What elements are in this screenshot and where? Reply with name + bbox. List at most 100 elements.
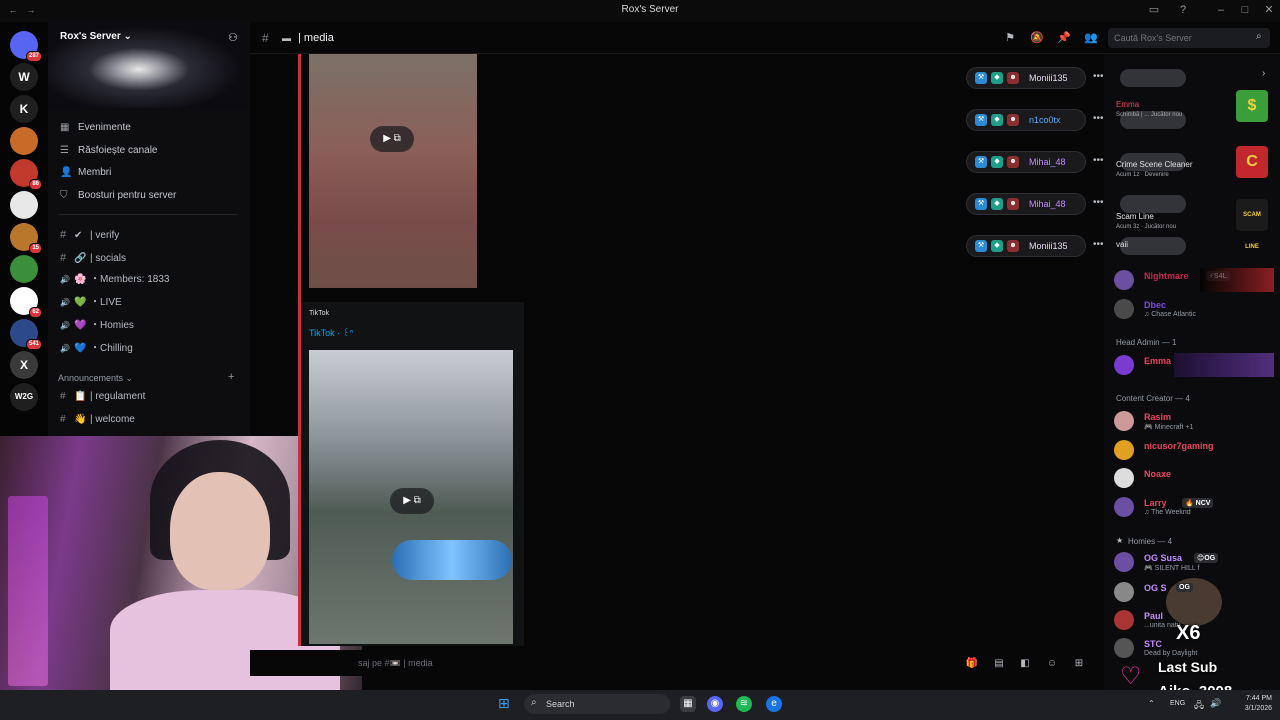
- close-icon[interactable]: ✕: [1262, 3, 1276, 17]
- search-input[interactable]: [1108, 28, 1270, 48]
- avatar: [1114, 440, 1134, 460]
- server-icon[interactable]: [10, 127, 38, 155]
- channel-item[interactable]: 🔊 💜 ・Homies: [60, 316, 134, 336]
- activity-sub: Acum 1z · Devenire: [1116, 172, 1169, 178]
- play-icon[interactable]: ▶ ⧉: [370, 126, 414, 152]
- channel-item[interactable]: 🔊 💙 ・Chilling: [60, 339, 133, 359]
- gift-icon[interactable]: 🎁: [965, 657, 979, 671]
- play-icon[interactable]: ▶ ⧉: [390, 488, 434, 514]
- avatar: [1114, 638, 1134, 658]
- member-status: ♫ Chase Atlantic: [1144, 311, 1196, 318]
- mute-bell-icon[interactable]: 🔕: [1030, 31, 1044, 45]
- channel-item[interactable]: # 👋 | welcome: [60, 410, 135, 430]
- game-art-icon: $: [1236, 90, 1268, 122]
- channel-item[interactable]: # 📋 | regulament: [60, 387, 145, 407]
- tray-chevron-icon[interactable]: ⌃: [1148, 699, 1155, 708]
- channel-item[interactable]: # 🔗 | socials: [60, 248, 126, 268]
- nav-item[interactable]: 👤 Membri: [60, 163, 111, 183]
- back-icon[interactable]: ←: [6, 3, 20, 17]
- activity-avatar: [1120, 237, 1186, 255]
- pin-icon[interactable]: 📌: [1057, 31, 1071, 45]
- spotify-icon[interactable]: ≋: [736, 696, 752, 712]
- help-icon[interactable]: ?: [1176, 3, 1190, 17]
- server-letter: K: [19, 102, 29, 116]
- video-attachment[interactable]: [309, 54, 477, 288]
- nav-item[interactable]: ▦ Evenimente: [60, 118, 131, 138]
- activity-sub: Schimbă | ... Jucător nou: [1116, 112, 1183, 118]
- badge-icon: ⚒: [975, 72, 987, 84]
- gif-icon[interactable]: ▤: [992, 657, 1006, 671]
- taskbar-search[interactable]: Search: [524, 694, 670, 714]
- voice-username: Moniii135: [1029, 241, 1068, 251]
- maximize-icon[interactable]: □: [1238, 3, 1252, 17]
- boost-icon: ⛉: [60, 190, 68, 202]
- embed-title-link[interactable]: TikTok · ꒰ᐢ: [309, 327, 353, 339]
- member-name: OG Susa: [1144, 553, 1183, 563]
- voice-user: ⚒ ◆ ☻ Moniii135: [966, 235, 1086, 257]
- server-name[interactable]: Rox's Server ⌄: [60, 31, 132, 42]
- channel-emoji: 👋: [74, 413, 87, 425]
- channel-item[interactable]: 🔊 🌸 ・Members: 1833: [60, 270, 169, 290]
- nav-item[interactable]: ⛉ Boosturi pentru server: [60, 186, 176, 206]
- member-row[interactable]: Larry 🔥 NCV ♫ The Weeknd: [1114, 495, 1280, 519]
- language-indicator[interactable]: ENG: [1170, 700, 1185, 707]
- emoji-icon[interactable]: ☺: [1045, 657, 1059, 671]
- search-icon[interactable]: ⌕: [1256, 31, 1262, 42]
- network-icon[interactable]: 🖧: [1194, 698, 1204, 714]
- server-icon[interactable]: [10, 191, 38, 219]
- file-explorer-icon[interactable]: ▦: [680, 696, 696, 712]
- chevron-right-icon[interactable]: ›: [1262, 68, 1265, 79]
- server-icon[interactable]: K: [10, 95, 38, 123]
- member-row[interactable]: nicusor7gaming: [1114, 438, 1280, 462]
- server-icon[interactable]: X: [10, 351, 38, 379]
- sticker-icon[interactable]: ◧: [1018, 657, 1032, 671]
- voice-user: ⚒ ◆ ☻ Mihai_48: [966, 151, 1086, 173]
- channel-item[interactable]: # ✔ | verify: [60, 225, 119, 245]
- member-list-icon[interactable]: 👥: [1084, 31, 1098, 45]
- more-icon[interactable]: •••: [1093, 155, 1104, 166]
- category-head-admin: Head Admin — 1: [1116, 338, 1177, 347]
- clock[interactable]: 7:44 PM 3/1/2026: [1232, 694, 1272, 714]
- server-icon[interactable]: 287: [10, 31, 42, 62]
- apps-icon[interactable]: ⊞: [1072, 657, 1086, 671]
- windows-start-icon[interactable]: ⊞: [498, 695, 510, 712]
- server-icon[interactable]: 541: [10, 319, 42, 350]
- invite-icon[interactable]: ⚇: [228, 31, 238, 44]
- nav-item[interactable]: ☰ Răsfoiește canale: [60, 141, 158, 161]
- forward-icon[interactable]: →: [24, 3, 38, 17]
- edge-icon[interactable]: e: [766, 696, 782, 712]
- member-name: Nightmare: [1144, 271, 1189, 281]
- server-icon[interactable]: [10, 255, 38, 283]
- member-row[interactable]: OG S OG: [1114, 580, 1280, 604]
- video-glasses: [392, 540, 512, 580]
- avatar: [1114, 411, 1134, 431]
- server-icon[interactable]: W2G: [10, 383, 38, 411]
- threads-icon[interactable]: ⚑: [1003, 31, 1017, 45]
- server-icon[interactable]: 15: [10, 223, 42, 254]
- member-row[interactable]: Dbec ♫ Chase Atlantic: [1114, 297, 1280, 321]
- clock-date: 3/1/2026: [1244, 705, 1272, 712]
- more-icon[interactable]: •••: [1093, 239, 1104, 250]
- server-icon[interactable]: W: [10, 63, 38, 91]
- server-icon[interactable]: 86: [10, 159, 42, 190]
- embed-provider: TikTok: [309, 310, 329, 317]
- member-row[interactable]: Paul ...unita natu: [1114, 608, 1280, 632]
- channel-item[interactable]: 🔊 💚 ・LIVE: [60, 293, 122, 313]
- member-row[interactable]: STC Dead by Daylight: [1114, 636, 1280, 660]
- discord-icon[interactable]: ◉: [707, 696, 723, 712]
- avatar: [1114, 270, 1134, 290]
- member-row[interactable]: OG Susa 😊OG 🎮 SILENT HILL f: [1114, 550, 1280, 574]
- inbox-icon[interactable]: ▭: [1147, 3, 1161, 17]
- volume-icon[interactable]: 🔊: [1210, 698, 1221, 709]
- more-icon[interactable]: •••: [1093, 197, 1104, 208]
- more-icon[interactable]: •••: [1093, 71, 1104, 82]
- server-icon[interactable]: 62: [10, 287, 42, 318]
- add-channel-icon[interactable]: +: [228, 371, 234, 383]
- more-icon[interactable]: •••: [1093, 113, 1104, 124]
- category-announcements[interactable]: Announcements ⌄: [58, 373, 133, 384]
- minimize-icon[interactable]: –: [1214, 3, 1228, 17]
- badge-icon: ☻: [1007, 114, 1019, 126]
- member-row[interactable]: Rasim 🎮 Minecraft +1: [1114, 409, 1280, 433]
- member-row[interactable]: Noaxe: [1114, 466, 1280, 490]
- badge-icon: ☻: [1007, 156, 1019, 168]
